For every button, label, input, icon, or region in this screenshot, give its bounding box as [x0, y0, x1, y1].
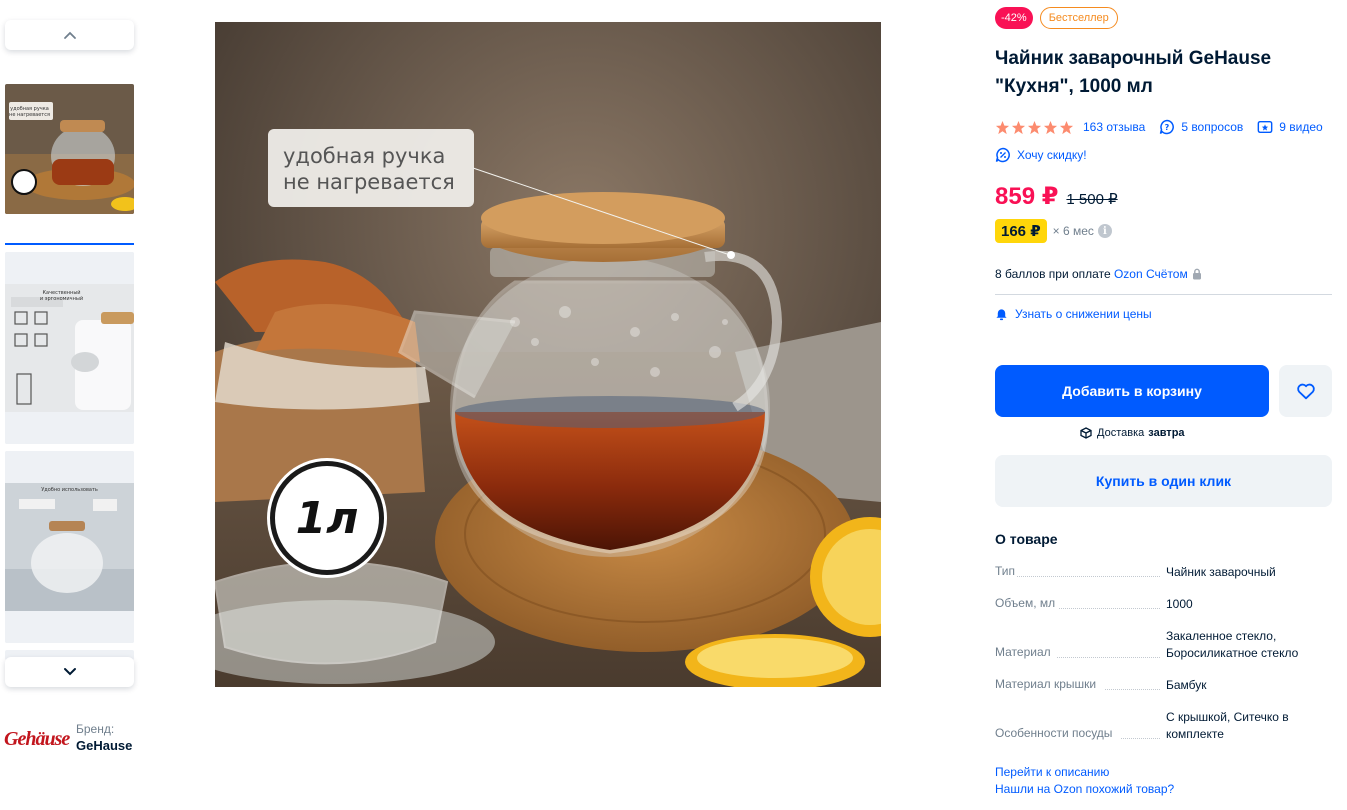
thumbnail-2-caption: Качественный и эргономичный	[39, 290, 84, 302]
ozon-account-link[interactable]: Ozon Счётом	[1114, 267, 1188, 281]
price-drop-notify-link[interactable]: Узнать о снижении цены	[995, 306, 1152, 322]
handle-feature-callout: удобная ручка не нагревается	[268, 129, 474, 207]
callout-line-1: удобная ручка	[283, 144, 446, 168]
spec-leader	[1057, 657, 1160, 658]
chevron-up-icon	[63, 31, 76, 39]
info-icon[interactable]: i	[1097, 224, 1112, 238]
points-text: 8 баллов при оплате	[995, 267, 1114, 281]
spec-leader	[1105, 689, 1160, 690]
callout-line-2: не нагревается	[283, 170, 455, 194]
spec-name: Материал крышки	[995, 677, 1097, 691]
spec-value: С крышкой, Ситечко в комплекте	[1166, 710, 1289, 741]
want-discount-link[interactable]: Хочу скидку!	[995, 146, 1087, 164]
go-to-description-link[interactable]: Перейти к описанию	[995, 764, 1174, 781]
heart-icon	[1296, 383, 1315, 400]
star-icon	[1059, 120, 1074, 134]
discount-badge: -42%	[995, 7, 1033, 29]
current-price: 859 ₽	[995, 183, 1059, 210]
spec-name: Тип	[995, 564, 1016, 578]
delivery-info: Доставка завтра	[1080, 425, 1185, 440]
product-title: Чайник заварочный GeHause "Кухня", 1000 …	[995, 48, 1272, 97]
product-badges: -42% Бестселлер	[995, 7, 1118, 29]
thumbnail-3-image	[5, 451, 134, 643]
spec-value: 1000	[1166, 597, 1193, 611]
questions-link[interactable]: 5 вопросов	[1181, 120, 1243, 134]
thumbnails-scroll-up-button[interactable]	[5, 20, 134, 50]
spec-value: Бамбук	[1166, 678, 1207, 692]
spec-leader	[1121, 738, 1160, 739]
installment-amount[interactable]: 166 ₽	[995, 219, 1047, 243]
old-price: 1 500 ₽	[1066, 191, 1118, 208]
video-icon	[1257, 120, 1273, 134]
add-to-favorites-button[interactable]	[1279, 365, 1332, 417]
thumbnail-1-caption: удобная ручка не нагревается	[9, 106, 50, 118]
active-thumbnail-indicator	[5, 243, 134, 245]
rating-row: 163 отзыва ? 5 вопросов 9 видео	[995, 118, 1323, 136]
thumbnail-3[interactable]: Удобно использовать	[5, 451, 134, 643]
spec-leader	[1017, 576, 1160, 577]
thumbnail-1[interactable]: удобная ручка не нагревается	[5, 84, 134, 214]
star-icon	[1027, 120, 1042, 134]
spec-name: Материал	[995, 645, 1051, 659]
volume-badge: 1л	[270, 461, 384, 575]
lock-icon	[1192, 268, 1201, 280]
chat-percent-icon	[995, 147, 1010, 163]
chevron-down-icon	[63, 668, 76, 676]
question-bubble-icon: ?	[1160, 119, 1175, 135]
spec-value: Закаленное стекло, Боросиликатное стекло	[1166, 629, 1299, 660]
about-links: Перейти к описанию Нашли на Ozon похожий…	[995, 764, 1174, 798]
price-block: 859 ₽ 1 500 ₽	[995, 182, 1118, 211]
reviews-link[interactable]: 163 отзыва	[1083, 120, 1145, 134]
rating-stars[interactable]	[995, 120, 1074, 135]
add-to-cart-button[interactable]: Добавить в корзину	[995, 365, 1269, 417]
brand-name[interactable]: GeHause	[76, 738, 132, 753]
price-drop-notify-label: Узнать о снижении цены	[1015, 307, 1152, 321]
brand-block[interactable]: Gehäuse Бренд: GeHause	[4, 722, 144, 762]
spec-name: Объем, мл	[995, 596, 1056, 610]
spec-value: Чайник заварочный	[1166, 565, 1276, 579]
thumbnail-3-caption: Удобно использовать	[41, 487, 98, 493]
want-discount-label: Хочу скидку!	[1017, 148, 1087, 162]
teapot-photo	[215, 22, 881, 687]
brand-label: Бренд:	[76, 722, 115, 736]
bell-icon	[996, 308, 1007, 320]
thumbnails-scroll-down-button[interactable]	[5, 657, 134, 687]
about-product-heading: О товаре	[995, 531, 1058, 547]
videos-link[interactable]: 9 видео	[1279, 120, 1322, 134]
found-similar-link[interactable]: Нашли на Ozon похожий товар?	[995, 781, 1174, 798]
bestseller-badge: Бестселлер	[1039, 7, 1118, 29]
spec-leader	[1059, 608, 1160, 609]
box-icon	[1080, 426, 1092, 439]
ozon-points-info: 8 баллов при оплате Ozon Счётом	[995, 266, 1202, 282]
thumbnail-2[interactable]: Качественный и эргономичный	[5, 252, 134, 444]
installment-term: × 6 мес	[1052, 224, 1094, 238]
delivery-label: Доставка	[1097, 426, 1145, 439]
spec-name: Особенности посуды	[995, 726, 1113, 740]
star-icon	[995, 120, 1010, 134]
buy-one-click-button[interactable]: Купить в один клик	[995, 455, 1332, 507]
thumbnail-1-image	[5, 84, 134, 214]
delivery-date: завтра	[1148, 426, 1185, 439]
star-icon	[1043, 120, 1058, 134]
thumbnail-rail: удобная ручка не нагревается Качественны…	[0, 0, 140, 700]
brand-logo: Gehäuse	[4, 728, 70, 750]
divider	[995, 294, 1332, 295]
product-main-image[interactable]: удобная ручка не нагревается 1л	[215, 22, 881, 687]
svg-text:?: ?	[1165, 123, 1170, 132]
thumbnail-2-image	[5, 252, 134, 444]
installment-block: 166 ₽ × 6 мес i	[995, 219, 1112, 243]
star-icon	[1011, 120, 1026, 134]
